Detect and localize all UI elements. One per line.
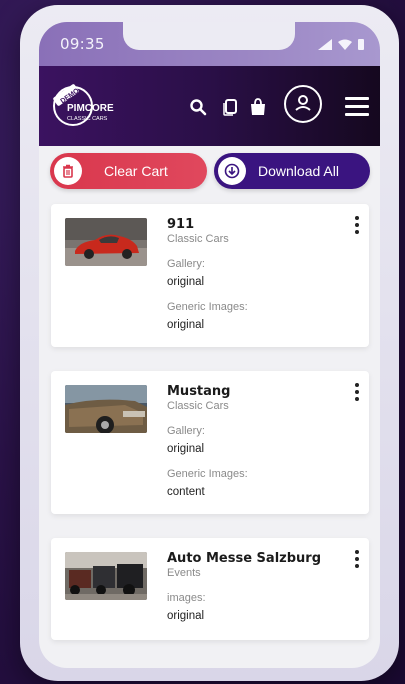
more-options-icon[interactable]	[355, 550, 359, 571]
battery-icon	[358, 39, 364, 50]
download-icon	[218, 157, 246, 185]
app-screen: 09:35 DEMO PIMCORE CLASSIC CARS Clear Ca…	[39, 22, 380, 668]
profile-button[interactable]	[284, 85, 322, 123]
user-icon	[295, 95, 311, 111]
field-label: Generic Images:	[167, 301, 248, 313]
shopping-bag-icon[interactable]	[249, 98, 267, 116]
field-value: original	[167, 319, 205, 331]
top-navbar: DEMO PIMCORE CLASSIC CARS	[39, 66, 380, 146]
trash-icon	[54, 157, 82, 185]
item-title: Auto Messe Salzburg	[167, 551, 321, 566]
signal-icon	[318, 38, 332, 50]
hamburger-menu-icon[interactable]	[345, 97, 369, 116]
field-label: Gallery:	[167, 258, 205, 270]
cart-item-card[interactable]: Mustang Classic Cars Gallery: original G…	[51, 371, 369, 514]
field-value: original	[167, 276, 205, 288]
cart-item-card[interactable]: Auto Messe Salzburg Events images: origi…	[51, 538, 369, 640]
download-all-button[interactable]: Download All	[214, 153, 370, 189]
more-options-icon[interactable]	[355, 383, 359, 404]
item-title: 911	[167, 217, 195, 232]
item-info: Mustang Classic Cars Gallery: original G…	[167, 384, 337, 498]
status-bar: 09:35	[39, 22, 380, 66]
phone-notch	[123, 22, 295, 50]
field-value: content	[167, 486, 205, 498]
logo-brand-text: PIMCORE	[67, 103, 114, 114]
clear-cart-button[interactable]: Clear Cart	[50, 153, 207, 189]
clear-cart-label: Clear Cart	[104, 163, 168, 179]
car-photo-icon	[65, 218, 147, 266]
item-category: Events	[167, 567, 201, 579]
wifi-icon	[338, 39, 352, 50]
item-info: 911 Classic Cars Gallery: original Gener…	[167, 217, 337, 331]
logo-tagline-text: CLASSIC CARS	[67, 116, 108, 122]
item-info: Auto Messe Salzburg Events images: origi…	[167, 551, 337, 622]
download-all-label: Download All	[258, 163, 339, 179]
logo-emblem-icon: DEMO PIMCORE CLASSIC CARS	[53, 84, 114, 126]
search-icon[interactable]	[189, 98, 207, 116]
item-category: Classic Cars	[167, 233, 229, 245]
car-photo-icon	[65, 552, 147, 600]
pimcore-logo[interactable]: DEMO PIMCORE CLASSIC CARS	[51, 80, 125, 132]
item-thumbnail[interactable]	[65, 552, 147, 600]
cart-item-card[interactable]: 911 Classic Cars Gallery: original Gener…	[51, 204, 369, 347]
item-title: Mustang	[167, 384, 231, 399]
field-label: Gallery:	[167, 425, 205, 437]
field-value: original	[167, 610, 205, 622]
item-thumbnail[interactable]	[65, 385, 147, 433]
field-label: Generic Images:	[167, 468, 248, 480]
item-category: Classic Cars	[167, 400, 229, 412]
status-time: 09:35	[60, 35, 105, 53]
system-icons	[318, 38, 364, 50]
item-thumbnail[interactable]	[65, 218, 147, 266]
field-label: images:	[167, 592, 206, 604]
field-value: original	[167, 443, 205, 455]
car-photo-icon	[65, 385, 147, 433]
phone-frame: 09:35 DEMO PIMCORE CLASSIC CARS Clear Ca…	[20, 5, 399, 681]
more-options-icon[interactable]	[355, 216, 359, 237]
copy-icon[interactable]	[222, 98, 240, 116]
